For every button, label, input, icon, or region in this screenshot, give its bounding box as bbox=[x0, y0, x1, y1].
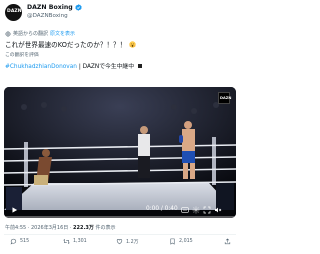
reply-button[interactable]: 515 bbox=[10, 238, 29, 245]
dazn-watermark: DAZN bbox=[218, 92, 232, 104]
handle[interactable]: @DAZNBoxing bbox=[27, 13, 68, 19]
tweet-meta: 午前4:55 · 2026年3月16日 · 222.3万 件の表示 bbox=[5, 224, 115, 231]
globe-icon bbox=[5, 31, 11, 36]
volume-muted-icon[interactable] bbox=[214, 206, 222, 214]
scream-face-icon bbox=[129, 41, 137, 48]
stop-square-icon bbox=[137, 64, 142, 68]
verified-badge-icon bbox=[75, 4, 82, 11]
video-time: 0:00 / 0:40 bbox=[146, 206, 178, 212]
settings-gear-icon[interactable] bbox=[192, 206, 200, 214]
view-count-label: 件の表示 bbox=[93, 225, 116, 231]
video-progress-bar[interactable] bbox=[4, 216, 236, 218]
translation-note-label: 英語からの翻訳 bbox=[13, 31, 49, 37]
play-icon[interactable] bbox=[11, 206, 18, 214]
share-icon[interactable] bbox=[224, 238, 231, 245]
like-button[interactable]: 1.2万 bbox=[116, 238, 138, 245]
dazn-watermark-text: DAZN bbox=[220, 96, 232, 100]
fullscreen-icon[interactable] bbox=[203, 206, 211, 214]
hashtag-link[interactable]: #ChukhadzhianDonovan bbox=[5, 64, 77, 70]
like-count: 1.2万 bbox=[126, 240, 139, 245]
translation-note: 英語からの翻訳 原文を表示 bbox=[5, 30, 75, 37]
retweet-count: 1,301 bbox=[73, 239, 87, 244]
video-frame bbox=[4, 87, 236, 218]
avatar[interactable]: DAZN bbox=[5, 4, 22, 21]
rate-translation-link[interactable]: この翻訳を評価 bbox=[5, 51, 39, 58]
bookmark-count: 2,015 bbox=[179, 239, 193, 244]
tweet-text: これが世界最速のKOだったのか？！？！ bbox=[5, 39, 137, 49]
retweet-icon bbox=[63, 238, 70, 245]
reply-count: 515 bbox=[20, 239, 30, 244]
action-bar: 515 1,301 1.2万 2,015 bbox=[0, 238, 240, 250]
display-name[interactable]: DAZN Boxing bbox=[27, 4, 73, 11]
avatar-logo-text: DAZN bbox=[7, 9, 22, 14]
reply-icon bbox=[10, 238, 17, 245]
tweet-header: DAZN DAZN Boxing @DAZNBoxing bbox=[5, 3, 235, 23]
show-original-link[interactable]: 原文を表示 bbox=[50, 30, 75, 37]
video-player[interactable]: DAZN 0:00 / 0:40 bbox=[4, 87, 236, 218]
divider bbox=[4, 234, 236, 235]
view-count: 222.3万 bbox=[73, 225, 94, 231]
retweet-button[interactable]: 1,301 bbox=[63, 238, 87, 245]
timestamp[interactable]: 午前4:55 · 2026年3月16日 · bbox=[5, 225, 73, 231]
hashtag-line-text: | DAZNで今生中継中 bbox=[78, 64, 135, 70]
video-controls: 0:00 / 0:40 bbox=[4, 202, 236, 218]
bookmark-button[interactable]: 2,015 bbox=[169, 238, 193, 245]
captions-icon[interactable] bbox=[181, 206, 189, 214]
heart-icon bbox=[116, 239, 123, 245]
name-row: DAZN Boxing bbox=[27, 4, 82, 11]
hashtag-line: #ChukhadzhianDonovan | DAZNで今生中継中 bbox=[5, 61, 142, 70]
bookmark-icon bbox=[170, 238, 175, 245]
tweet-body: これが世界最速のKOだったのか？！？！ bbox=[5, 41, 127, 49]
